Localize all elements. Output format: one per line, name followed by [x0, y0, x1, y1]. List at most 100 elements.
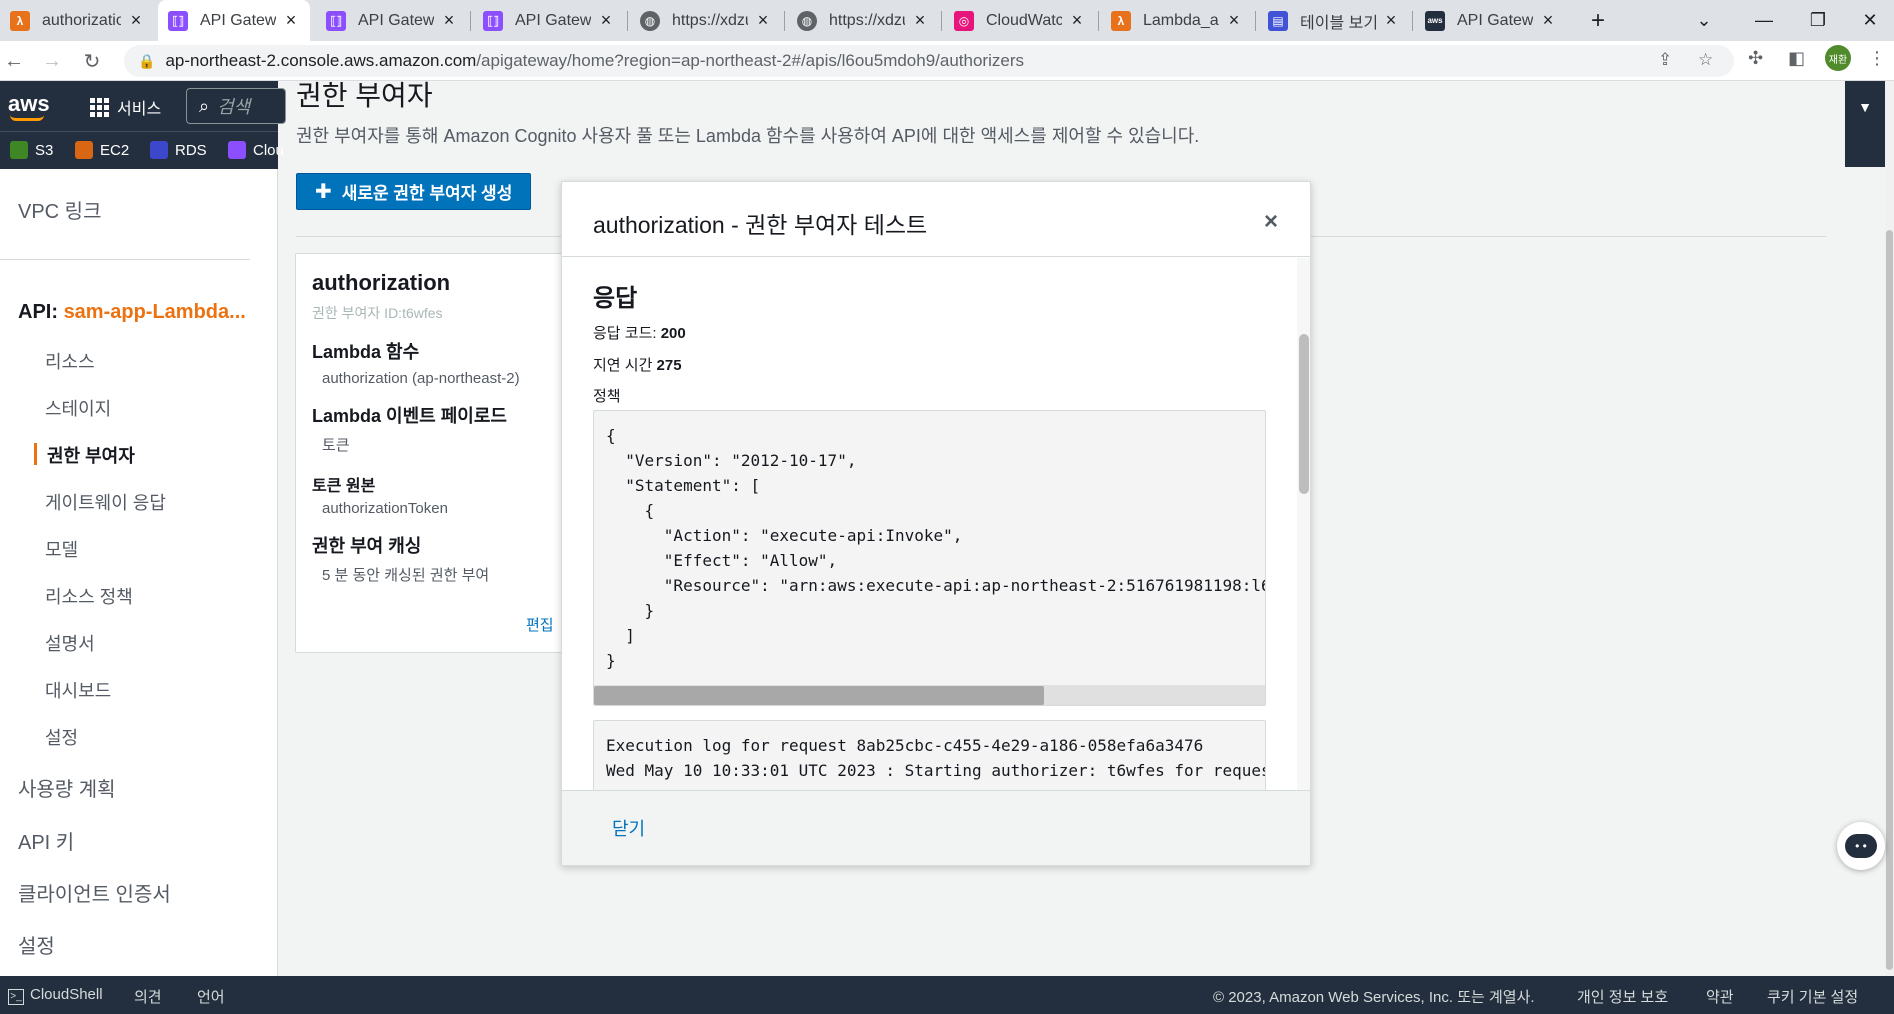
language-link[interactable]: 언어 — [197, 986, 225, 1007]
menu-icon[interactable]: ⋮ — [1868, 48, 1886, 69]
sidebar-item-resource-policy[interactable]: 리소스 정책 — [45, 583, 133, 609]
console-footer: >_ CloudShell 의견 언어 © 2023, Amazon Web Se… — [0, 976, 1894, 1014]
chat-bot-icon: • • — [1845, 834, 1877, 858]
browser-tab-active[interactable]: ⟦⟧ API Gatewa × — [158, 0, 310, 41]
assistant-button[interactable]: • • — [1837, 822, 1885, 870]
reload-button[interactable]: ↻ — [78, 47, 106, 75]
horizontal-scrollbar[interactable] — [594, 685, 1265, 705]
sidebar-item-resources[interactable]: 리소스 — [45, 348, 95, 374]
s3-icon — [10, 141, 28, 159]
close-icon[interactable]: × — [1539, 10, 1557, 31]
favorite-ec2[interactable]: EC2 — [75, 141, 129, 159]
favorite-s3[interactable]: S3 — [10, 141, 53, 159]
browser-tab[interactable]: λ authorizatio × — [0, 0, 155, 41]
share-icon[interactable]: ⇪ — [1658, 50, 1672, 70]
sidebar-item-dashboard[interactable]: 대시보드 — [45, 677, 111, 703]
privacy-link[interactable]: 개인 정보 보호 — [1577, 986, 1668, 1007]
close-icon[interactable]: × — [597, 10, 615, 31]
modal-scrollbar-thumb[interactable] — [1299, 334, 1309, 494]
tab-title: Lambda_au — [1143, 11, 1219, 29]
sidebar-item-usage-plans[interactable]: 사용량 계획 — [18, 773, 116, 802]
close-icon[interactable]: × — [440, 10, 458, 31]
new-tab-button[interactable]: + — [1574, 0, 1622, 41]
edit-link[interactable]: 편집 — [526, 614, 554, 635]
browser-tab[interactable]: ⟦⟧ API Gatewa × — [473, 0, 625, 41]
policy-code-block[interactable]: { "Version": "2012-10-17", "Statement": … — [593, 410, 1266, 706]
grid-icon — [90, 97, 109, 117]
close-icon[interactable]: × — [1264, 208, 1278, 236]
cloud-icon — [228, 141, 246, 159]
browser-tab[interactable]: ◍ https://xdzu × — [787, 0, 939, 41]
close-icon[interactable]: × — [282, 10, 300, 31]
maximize-button[interactable]: ❐ — [1794, 0, 1842, 41]
browser-tab[interactable]: ▤ 테이블 보기 × — [1258, 0, 1410, 41]
sidepanel-icon[interactable]: ◧ — [1788, 48, 1805, 69]
execution-log-block[interactable]: Execution log for request 8ab25cbc-c455-… — [593, 720, 1266, 790]
browser-tab[interactable]: ◍ https://xdzu × — [630, 0, 782, 41]
page-scrollbar-thumb[interactable] — [1886, 230, 1893, 970]
cookie-preferences-link[interactable]: 쿠키 기본 설정 — [1767, 986, 1858, 1007]
feedback-link[interactable]: 의견 — [134, 986, 162, 1007]
extensions-icon[interactable]: ✣ — [1748, 48, 1763, 69]
sidebar-item-models[interactable]: 모델 — [45, 536, 78, 562]
search-input[interactable]: ⌕ 검색 — [186, 88, 286, 124]
close-icon[interactable]: × — [1225, 10, 1243, 31]
horizontal-scrollbar-thumb[interactable] — [594, 686, 1044, 705]
event-payload-label: Lambda 이벤트 페이로드 — [312, 406, 507, 426]
back-button[interactable]: ← — [0, 47, 28, 75]
services-menu[interactable]: 서비스 — [90, 95, 161, 119]
policy-json: { "Version": "2012-10-17", "Statement": … — [606, 426, 1265, 670]
sidebar-item-client-certificates[interactable]: 클라이언트 인증서 — [18, 878, 171, 907]
avatar[interactable]: 재환 — [1825, 45, 1851, 71]
browser-tab[interactable]: ⟦⟧ API Gatewa × — [316, 0, 468, 41]
close-icon[interactable]: × — [127, 10, 145, 31]
dropdown-icon[interactable]: ▼ — [1845, 81, 1885, 167]
tab-separator — [941, 11, 942, 31]
sidebar-item-api-keys[interactable]: API 키 — [18, 826, 74, 855]
tab-title: API Gatewa — [515, 11, 591, 29]
authorizer-id: 권한 부여자 ID:t6wfes — [312, 305, 443, 321]
close-icon[interactable]: × — [1068, 10, 1086, 31]
globe-icon: ◍ — [797, 10, 817, 31]
modal-footer: 닫기 — [562, 790, 1310, 865]
favorite-rds[interactable]: RDS — [150, 141, 207, 159]
plus-icon: ✚ — [315, 181, 332, 203]
aws-navbar: aws 서비스 ⌕ 검색 — [0, 81, 286, 131]
tab-title: https://xdzu — [672, 11, 748, 29]
forward-button[interactable]: → — [38, 47, 66, 75]
browser-tab[interactable]: ◎ CloudWatch × — [944, 0, 1096, 41]
lambda-function-label: Lambda 함수 — [312, 342, 420, 362]
aws-logo[interactable]: aws — [8, 91, 50, 117]
sidebar-item-stages[interactable]: 스테이지 — [45, 395, 111, 421]
sidebar-item-gateway-responses[interactable]: 게이트웨이 응답 — [45, 489, 166, 515]
tab-search-icon[interactable]: ⌄ — [1680, 0, 1728, 41]
token-source-label: 토큰 원본 — [312, 478, 376, 495]
close-icon[interactable]: × — [911, 10, 929, 31]
auth-caching-label: 권한 부여 캐싱 — [312, 536, 422, 556]
star-icon[interactable]: ☆ — [1698, 50, 1713, 70]
browser-tab[interactable]: aws API Gatewa × — [1415, 0, 1567, 41]
close-icon[interactable]: × — [754, 10, 772, 31]
page-title: 권한 부여자 — [296, 80, 433, 111]
cloudshell-button[interactable]: >_ CloudShell — [8, 986, 103, 1005]
sidebar-item-documentation[interactable]: 설명서 — [45, 630, 95, 656]
tab-separator — [784, 11, 785, 31]
sidebar-item-settings[interactable]: 설정 — [45, 724, 78, 750]
sidebar-api-title[interactable]: API: sam-app-Lambda... — [18, 301, 246, 324]
terms-link[interactable]: 약관 — [1706, 986, 1734, 1007]
favorite-cloud[interactable]: Clou — [228, 141, 284, 159]
create-authorizer-label: 새로운 권한 부여자 생성 — [341, 184, 513, 203]
tab-separator — [627, 11, 628, 31]
minimize-button[interactable]: — — [1740, 0, 1788, 41]
api-gateway-icon: ⟦⟧ — [483, 10, 503, 31]
sidebar-item-authorizers[interactable]: 권한 부여자 — [47, 442, 135, 468]
sidebar-item-vpc-link[interactable]: VPC 링크 — [18, 195, 101, 224]
browser-tab[interactable]: λ Lambda_au × — [1101, 0, 1253, 41]
close-button[interactable]: 닫기 — [612, 815, 645, 841]
url-input[interactable]: 🔒 ap-northeast-2.console.aws.amazon.com/… — [124, 45, 1734, 77]
create-authorizer-button[interactable]: ✚ 새로운 권한 부여자 생성 — [296, 173, 532, 210]
close-window-button[interactable]: ✕ — [1846, 0, 1894, 41]
close-icon[interactable]: × — [1382, 10, 1400, 31]
rds-icon — [150, 141, 168, 159]
sidebar-item-global-settings[interactable]: 설정 — [18, 930, 55, 959]
